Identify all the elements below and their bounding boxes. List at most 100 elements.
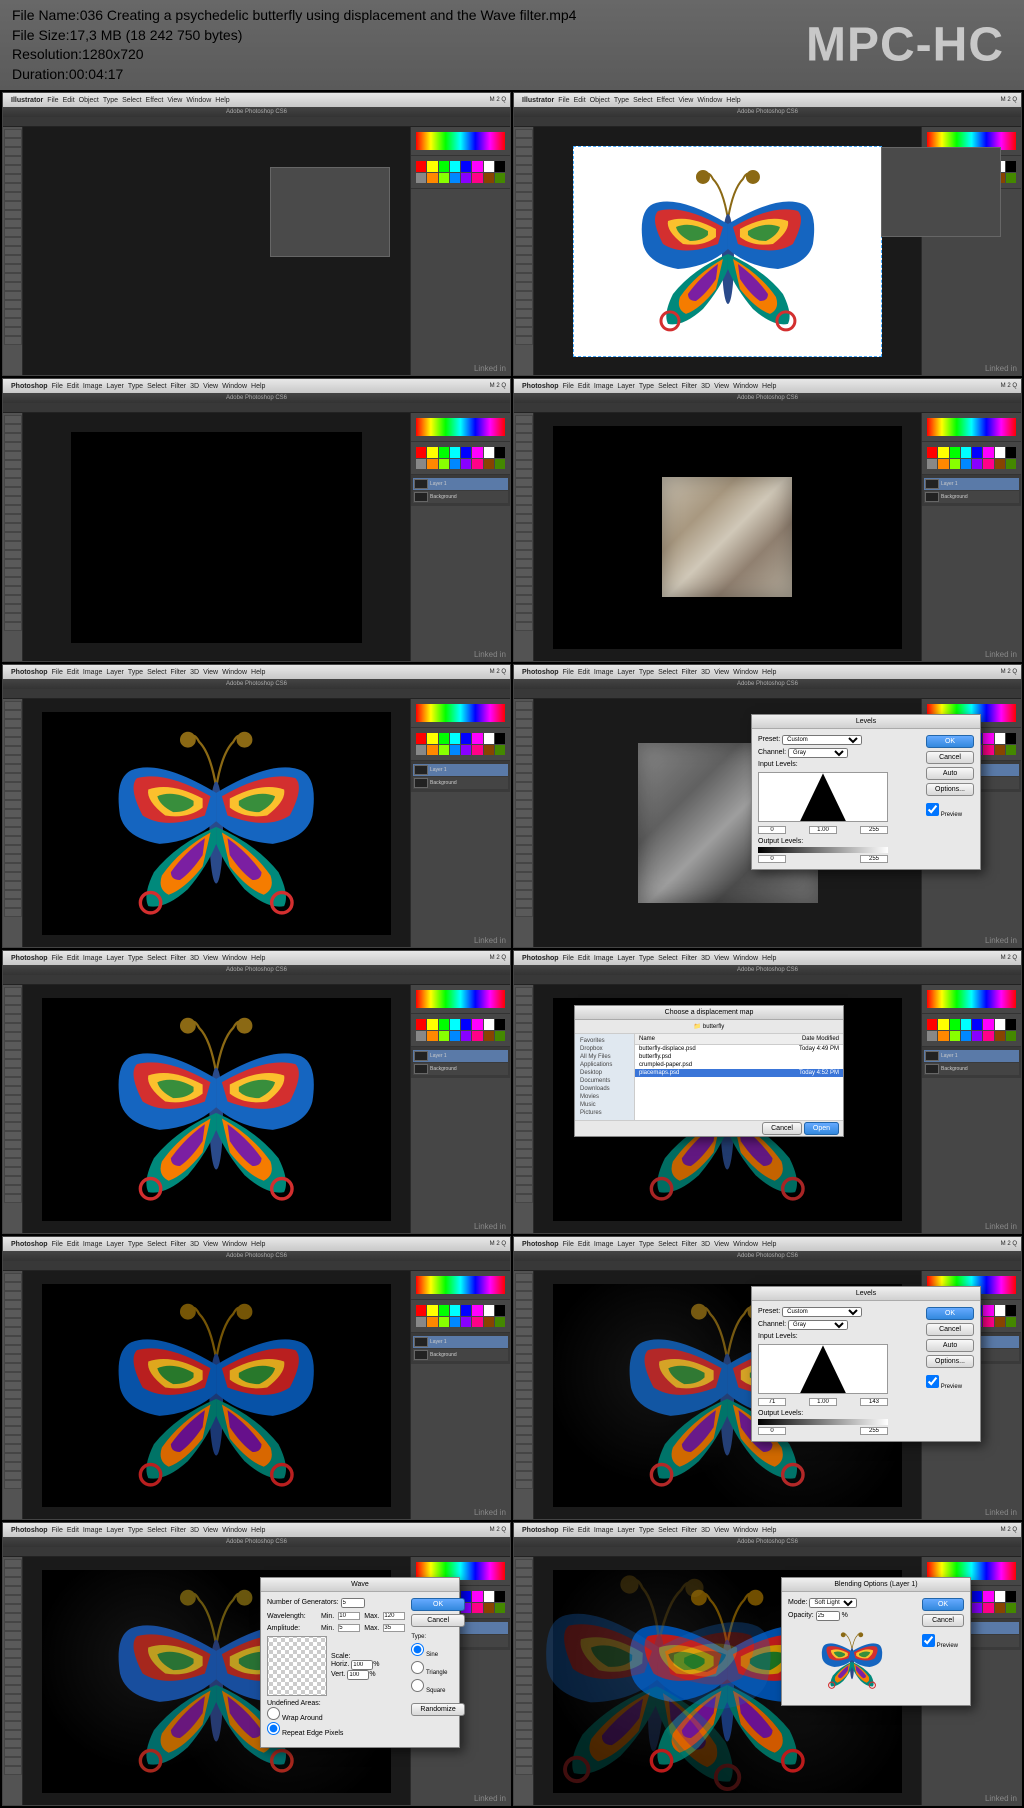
tool-slot[interactable] xyxy=(4,595,22,604)
tool-slot[interactable] xyxy=(515,210,533,219)
tool-slot[interactable] xyxy=(515,147,533,156)
menu-edit[interactable]: Edit xyxy=(63,97,75,104)
tool-slot[interactable] xyxy=(4,1014,22,1023)
swatch[interactable] xyxy=(950,1031,960,1041)
menu-type[interactable]: Type xyxy=(128,1527,143,1534)
tool-slot[interactable] xyxy=(4,890,22,899)
tool-slot[interactable] xyxy=(4,1309,22,1318)
layer-row[interactable]: Background xyxy=(413,1063,508,1075)
tool-slot[interactable] xyxy=(515,827,533,836)
tool-slot[interactable] xyxy=(4,129,22,138)
menu-help[interactable]: Help xyxy=(726,97,740,104)
tool-slot[interactable] xyxy=(515,1032,533,1041)
tool-slot[interactable] xyxy=(515,514,533,523)
swatch[interactable] xyxy=(972,459,982,469)
tool-slot[interactable] xyxy=(515,1014,533,1023)
tool-slot[interactable] xyxy=(515,255,533,264)
swatch[interactable] xyxy=(450,1031,460,1041)
auto-button[interactable]: Auto xyxy=(926,1339,974,1352)
tool-slot[interactable] xyxy=(4,1444,22,1453)
swatch[interactable] xyxy=(472,1019,482,1029)
tool-slot[interactable] xyxy=(4,1149,22,1158)
tool-slot[interactable] xyxy=(4,791,22,800)
canvas[interactable]: Levels Preset: Custom Channel: Gray Inpu… xyxy=(534,699,921,947)
ok-button[interactable]: OK xyxy=(922,1598,964,1611)
menu-layer[interactable]: Layer xyxy=(617,383,635,390)
tool-slot[interactable] xyxy=(515,1559,533,1568)
menu-select[interactable]: Select xyxy=(147,1241,166,1248)
swatch[interactable] xyxy=(950,1019,960,1029)
tool-slot[interactable] xyxy=(515,595,533,604)
swatch[interactable] xyxy=(439,1305,449,1315)
canvas[interactable]: Blending Options (Layer 1) Mode: Soft Li… xyxy=(534,1557,921,1805)
swatch[interactable] xyxy=(450,1317,460,1327)
color-picker[interactable] xyxy=(927,418,1016,436)
menu-filter[interactable]: Filter xyxy=(171,383,187,390)
swatch[interactable] xyxy=(495,173,505,183)
sidebar-item[interactable]: Documents xyxy=(578,1077,631,1085)
menu-view[interactable]: View xyxy=(203,1527,218,1534)
tool-slot[interactable] xyxy=(515,764,533,773)
swatch[interactable] xyxy=(450,733,460,743)
menu-file[interactable]: File xyxy=(563,955,574,962)
swatch[interactable] xyxy=(495,447,505,457)
tool-slot[interactable] xyxy=(515,1095,533,1104)
tool-slot[interactable] xyxy=(4,478,22,487)
tool-slot[interactable] xyxy=(515,1336,533,1345)
tool-slot[interactable] xyxy=(515,442,533,451)
scale-v[interactable] xyxy=(347,1670,369,1680)
tool-slot[interactable] xyxy=(4,1194,22,1203)
swatch[interactable] xyxy=(495,745,505,755)
swatch[interactable] xyxy=(1006,161,1016,171)
tool-slot[interactable] xyxy=(515,1050,533,1059)
tool-slot[interactable] xyxy=(515,228,533,237)
menu-file[interactable]: File xyxy=(52,669,63,676)
tool-slot[interactable] xyxy=(4,1712,22,1721)
swatch[interactable] xyxy=(461,1019,471,1029)
tool-slot[interactable] xyxy=(515,845,533,854)
tool-slot[interactable] xyxy=(515,737,533,746)
input-black[interactable] xyxy=(758,826,786,834)
tool-slot[interactable] xyxy=(515,505,533,514)
type-triangle[interactable]: Triangle xyxy=(411,1661,464,1676)
menu-file[interactable]: File xyxy=(563,669,574,676)
tool-slot[interactable] xyxy=(515,451,533,460)
tool-slot[interactable] xyxy=(4,1390,22,1399)
tool-slot[interactable] xyxy=(515,336,533,345)
scale-h[interactable] xyxy=(351,1660,373,1670)
auto-button[interactable]: Auto xyxy=(926,767,974,780)
sidebar-item[interactable]: Applications xyxy=(578,1061,631,1069)
swatch[interactable] xyxy=(450,447,460,457)
layer-row[interactable]: Layer 1 xyxy=(924,1050,1019,1062)
menu-image[interactable]: Image xyxy=(83,1527,102,1534)
input-gamma[interactable] xyxy=(809,1398,837,1406)
canvas[interactable] xyxy=(534,127,921,375)
tool-slot[interactable] xyxy=(4,1372,22,1381)
options-button[interactable]: Options... xyxy=(926,1355,974,1368)
tool-slot[interactable] xyxy=(4,586,22,595)
tool-slot[interactable] xyxy=(4,1140,22,1149)
swatch[interactable] xyxy=(461,1031,471,1041)
menu-file[interactable]: File xyxy=(52,1527,63,1534)
tool-slot[interactable] xyxy=(4,451,22,460)
tool-slot[interactable] xyxy=(515,496,533,505)
tool-slot[interactable] xyxy=(4,1068,22,1077)
opacity-input[interactable] xyxy=(816,1611,840,1621)
tool-slot[interactable] xyxy=(4,1176,22,1185)
tab-bar[interactable] xyxy=(3,975,510,985)
tool-slot[interactable] xyxy=(4,827,22,836)
swatch[interactable] xyxy=(495,1317,505,1327)
tool-slot[interactable] xyxy=(515,469,533,478)
menu-window[interactable]: Window xyxy=(733,1241,758,1248)
menu-edit[interactable]: Edit xyxy=(578,1527,590,1534)
swatch[interactable] xyxy=(461,1305,471,1315)
tool-slot[interactable] xyxy=(4,773,22,782)
tool-slot[interactable] xyxy=(515,318,533,327)
tab-bar[interactable] xyxy=(3,403,510,413)
tab-bar[interactable] xyxy=(3,1261,510,1271)
cancel-button[interactable]: Cancel xyxy=(411,1614,464,1627)
channel-select[interactable]: Gray xyxy=(788,748,848,758)
tool-slot[interactable] xyxy=(4,1354,22,1363)
tool-slot[interactable] xyxy=(515,899,533,908)
tool-slot[interactable] xyxy=(4,710,22,719)
